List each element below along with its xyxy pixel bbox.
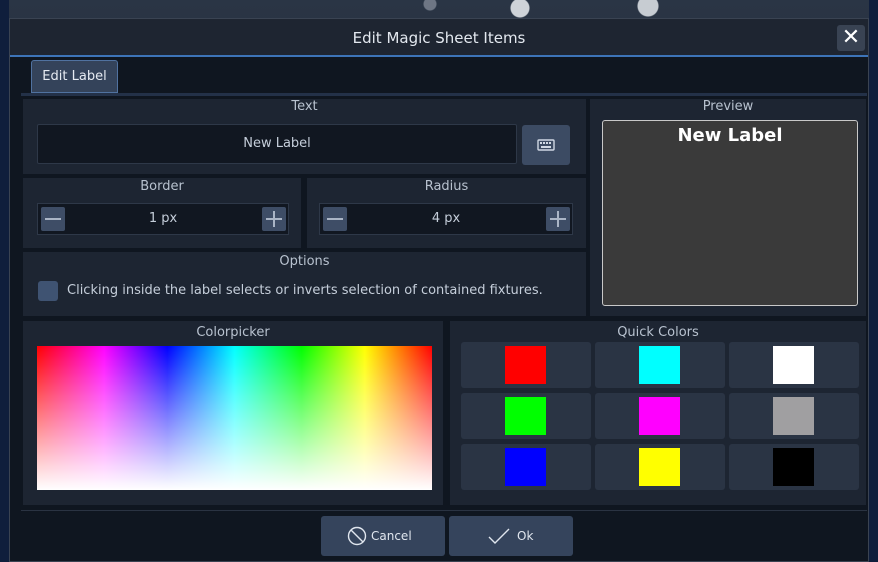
minus-icon [45,218,61,220]
minus-icon [327,218,343,220]
color-swatch [505,448,546,486]
preview-label-text: New Label [677,125,783,146]
cancel-label: Cancel [371,529,412,543]
radius-label: Radius [424,179,469,194]
quick-colors-label: Quick Colors [617,325,699,340]
border-decrement-button[interactable] [41,207,65,231]
color-swatch [773,448,814,486]
ok-label: Ok [517,529,534,543]
quick-color-button[interactable] [595,342,725,388]
radius-value: 4 px [431,211,461,226]
radius-decrement-button[interactable] [323,207,347,231]
border-stepper[interactable]: 1 px [37,203,289,235]
color-swatch [773,346,814,384]
edit-magic-sheet-items-dialog: Edit Magic Sheet Items ✕ Edit Label Text… [9,18,869,562]
cancel-icon [347,526,367,546]
quick-color-button[interactable] [729,342,859,388]
checkmark-icon [488,528,510,544]
options-label: Options [279,254,330,269]
radius-increment-button[interactable] [546,207,570,231]
close-icon: ✕ [841,25,861,50]
dialog-titlebar: Edit Magic Sheet Items ✕ [10,19,868,57]
keyboard-button[interactable] [522,125,570,165]
radius-stepper[interactable]: 4 px [319,203,573,235]
select-contained-fixtures-label: Clicking inside the label selects or inv… [67,283,543,298]
keyboard-icon [537,139,555,151]
tab-edit-label[interactable]: Edit Label [31,60,118,93]
color-swatch [639,346,680,384]
close-button[interactable]: ✕ [837,25,865,51]
left-edge-strip [0,0,9,562]
color-swatch [773,397,814,435]
quick-color-button[interactable] [461,393,591,439]
color-swatch [505,346,546,384]
color-swatch [639,448,680,486]
border-value: 1 px [148,211,178,226]
quick-color-button[interactable] [461,342,591,388]
border-increment-button[interactable] [262,207,286,231]
dialog-title: Edit Magic Sheet Items [352,29,526,47]
quick-color-button[interactable] [461,444,591,490]
cancel-button[interactable]: Cancel [321,516,445,556]
color-swatch [505,397,546,435]
text-section-label: Text [291,99,318,114]
right-edge-strip [869,0,878,562]
ok-button[interactable]: Ok [449,516,573,556]
quick-color-button[interactable] [595,444,725,490]
border-label: Border [140,179,184,194]
quick-color-button[interactable] [729,444,859,490]
color-swatch [639,397,680,435]
preview-label: Preview [702,99,754,114]
color-gradient-picker[interactable] [37,346,432,490]
colorpicker-label: Colorpicker [196,325,270,340]
quick-color-button[interactable] [595,393,725,439]
label-text-field[interactable]: New Label [37,124,517,164]
tab-underline [21,93,867,96]
select-contained-fixtures-checkbox[interactable] [38,281,58,301]
quick-color-button[interactable] [729,393,859,439]
label-preview: New Label [602,120,858,306]
footer-divider [21,510,867,511]
